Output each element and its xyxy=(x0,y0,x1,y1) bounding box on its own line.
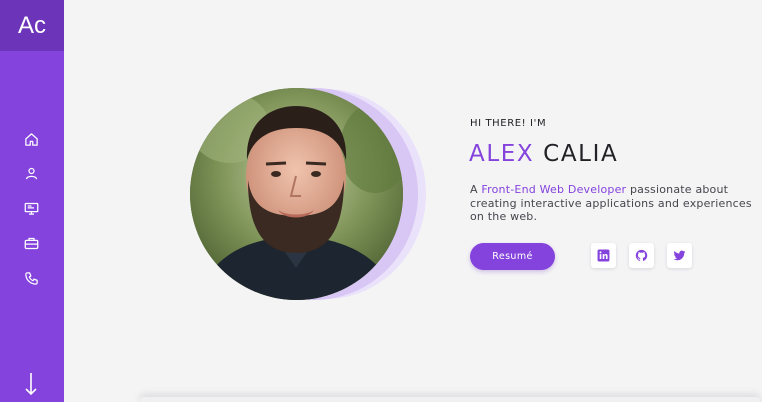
last-name: CALIA xyxy=(543,141,619,167)
twitter-button[interactable] xyxy=(667,243,692,268)
bio-highlight: Front-End Web Developer xyxy=(481,183,627,196)
logo[interactable]: Ac xyxy=(0,0,64,51)
github-icon xyxy=(635,249,648,261)
greeting-text: HI THERE! I'M xyxy=(470,118,547,129)
twitter-icon xyxy=(673,250,686,261)
first-name: ALEX xyxy=(469,141,535,167)
bio-prefix: A xyxy=(470,183,482,196)
next-section-card xyxy=(140,397,760,402)
hero-name: ALEX CALIA xyxy=(469,141,618,167)
profile-photo xyxy=(190,88,403,300)
resume-button[interactable]: Resumé xyxy=(470,243,555,270)
linkedin-button[interactable] xyxy=(591,243,616,268)
nav-monitor-icon[interactable] xyxy=(22,199,40,217)
sidebar: Ac xyxy=(0,0,64,402)
scroll-down-arrow-icon[interactable] xyxy=(22,372,40,396)
nav-briefcase-icon[interactable] xyxy=(22,234,40,252)
github-button[interactable] xyxy=(629,243,654,268)
bio-text: A Front-End Web Developer passionate abo… xyxy=(470,183,762,224)
nav-phone-icon[interactable] xyxy=(22,269,40,287)
linkedin-icon xyxy=(597,249,610,262)
avatar-wrapper xyxy=(188,87,433,302)
nav-home-icon[interactable] xyxy=(22,130,40,148)
nav-user-icon[interactable] xyxy=(22,164,40,182)
